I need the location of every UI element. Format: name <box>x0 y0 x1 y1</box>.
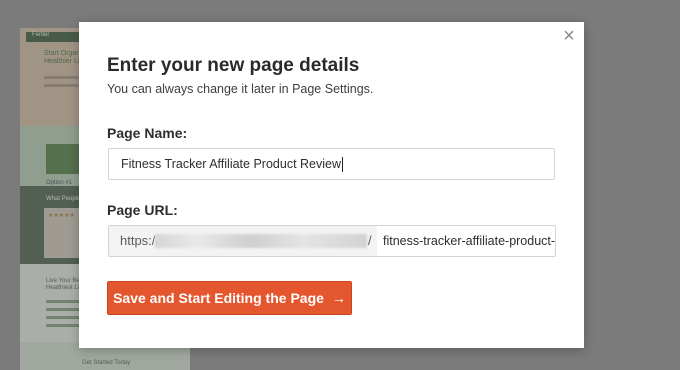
page-name-label: Page Name: <box>107 125 188 141</box>
overlay-right <box>583 28 680 370</box>
close-icon[interactable]: × <box>561 26 577 46</box>
text-caret <box>342 157 343 173</box>
page-name-value: Fitness Tracker Affiliate Product Review <box>121 157 341 171</box>
arrow-right-icon: → <box>331 290 346 306</box>
save-and-edit-button[interactable]: Save and Start Editing the Page → <box>107 281 352 315</box>
url-slash: / <box>368 233 372 248</box>
modal-subtitle: You can always change it later in Page S… <box>107 82 374 96</box>
page-details-modal: × Enter your new page details You can al… <box>79 22 584 348</box>
page-name-input[interactable]: Fitness Tracker Affiliate Product Review <box>108 148 555 180</box>
save-and-edit-label: Save and Start Editing the Page <box>113 290 324 306</box>
url-scheme: https:// <box>120 233 160 248</box>
redacted-domain <box>155 234 367 248</box>
overlay-left <box>0 0 20 370</box>
page-url-label: Page URL: <box>107 202 178 218</box>
page-url-slug-input[interactable]: fitness-tracker-affiliate-product-r <box>377 226 555 256</box>
modal-title: Enter your new page details <box>107 55 360 76</box>
page-url-field: https:// / fitness-tracker-affiliate-pro… <box>108 225 556 257</box>
